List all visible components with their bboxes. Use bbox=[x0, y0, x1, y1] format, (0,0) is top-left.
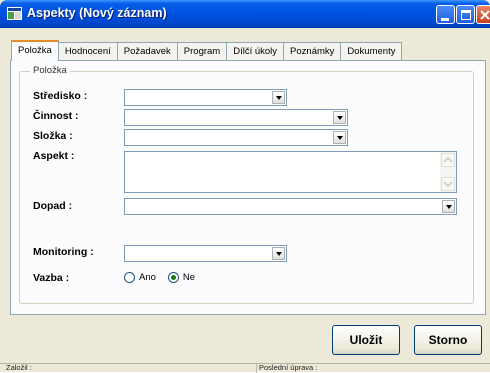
window-title: Aspekty (Nový záznam) bbox=[27, 6, 167, 20]
radio-ne[interactable] bbox=[167, 272, 179, 283]
chevron-down-icon[interactable] bbox=[272, 91, 285, 104]
tab-program[interactable]: Program bbox=[176, 42, 228, 61]
close-icon bbox=[480, 10, 490, 20]
chevron-down-icon[interactable] bbox=[333, 111, 346, 124]
app-icon bbox=[7, 7, 22, 20]
radio-ano[interactable] bbox=[124, 272, 135, 283]
vazba-ne-option[interactable]: Ne bbox=[167, 272, 196, 283]
status-bar: Založil : Poslední úprava : bbox=[0, 363, 490, 373]
group-legend: Položka bbox=[30, 65, 70, 76]
vazba-ano-option[interactable]: Ano bbox=[124, 272, 156, 283]
chevron-down-icon[interactable] bbox=[333, 131, 346, 144]
minimize-icon bbox=[441, 18, 449, 21]
stredisko-combo[interactable] bbox=[124, 89, 287, 106]
chevron-down-icon[interactable] bbox=[442, 200, 455, 213]
aspekt-scrollbar[interactable] bbox=[440, 152, 456, 192]
dopad-combo[interactable] bbox=[124, 198, 457, 215]
slozka-label: Složka : bbox=[33, 130, 73, 142]
close-button[interactable] bbox=[476, 5, 490, 24]
radio-ne-label: Ne bbox=[182, 272, 196, 283]
tab-dokumenty[interactable]: Dokumenty bbox=[340, 42, 403, 61]
maximize-button[interactable] bbox=[456, 5, 475, 24]
monitoring-combo[interactable] bbox=[124, 245, 287, 262]
dopad-label: Dopad : bbox=[33, 200, 73, 212]
title-bar[interactable]: Aspekty (Nový záznam) bbox=[0, 0, 490, 28]
chevron-down-icon[interactable] bbox=[272, 247, 285, 260]
slozka-combo[interactable] bbox=[124, 129, 348, 146]
radio-ano-label: Ano bbox=[139, 272, 156, 283]
minimize-button[interactable] bbox=[436, 5, 455, 24]
aspekt-textarea[interactable] bbox=[124, 151, 457, 193]
stredisko-label: Středisko : bbox=[33, 90, 88, 102]
tab-dilci-ukoly[interactable]: Dílčí úkoly bbox=[226, 42, 285, 61]
app-window: Aspekty (Nový záznam) Položka Hodnocení … bbox=[0, 0, 490, 373]
maximize-icon bbox=[461, 10, 471, 20]
scroll-down-icon[interactable] bbox=[441, 177, 455, 191]
vazba-radio-group: Ano Ne bbox=[124, 272, 207, 283]
tab-hodnoceni[interactable]: Hodnocení bbox=[57, 42, 118, 61]
monitoring-label: Monitoring : bbox=[33, 246, 94, 258]
tab-polozka[interactable]: Položka bbox=[11, 40, 59, 61]
scroll-up-icon[interactable] bbox=[441, 153, 455, 167]
vazba-label: Vazba : bbox=[33, 272, 70, 284]
tab-strip: Položka Hodnocení Požadavek Program Dílč… bbox=[11, 40, 403, 61]
aspekt-label: Aspekt : bbox=[33, 150, 75, 162]
cinnost-label: Činnost : bbox=[33, 110, 79, 122]
tab-pozadavek[interactable]: Požadavek bbox=[116, 42, 178, 61]
cinnost-combo[interactable] bbox=[124, 109, 348, 126]
cancel-button[interactable]: Storno bbox=[414, 325, 482, 355]
tab-poznamky[interactable]: Poznámky bbox=[283, 42, 342, 61]
save-button[interactable]: Uložit bbox=[332, 325, 400, 355]
